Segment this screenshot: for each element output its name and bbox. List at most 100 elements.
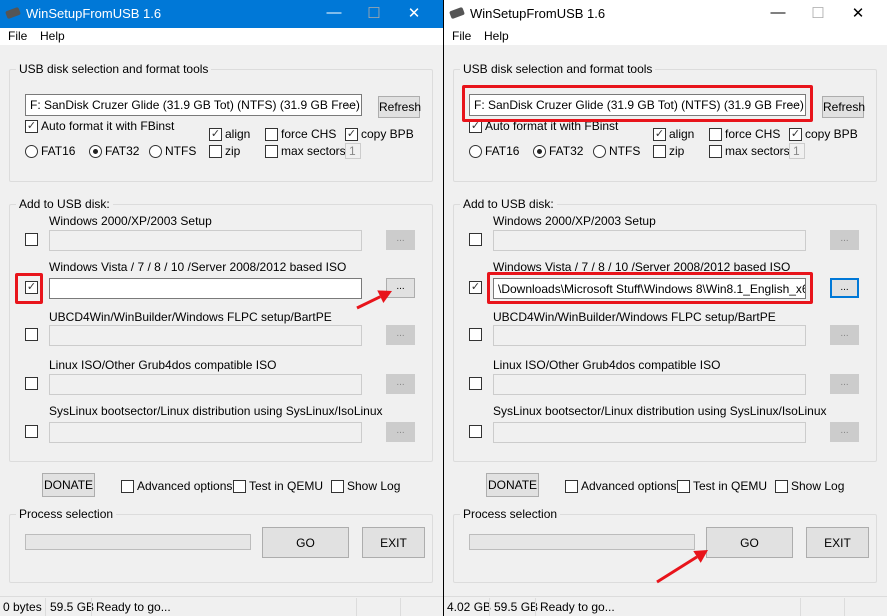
status-divider — [356, 598, 357, 616]
refresh-button[interactable]: Refresh — [822, 96, 865, 118]
go-button[interactable]: GO — [706, 527, 793, 558]
browse-button[interactable]: ... — [386, 422, 415, 442]
source-label: Windows 2000/XP/2003 Setup — [493, 214, 656, 228]
radio-fat32[interactable] — [89, 145, 102, 158]
menu-help[interactable]: Help — [40, 29, 65, 43]
browse-button[interactable]: ... — [386, 278, 415, 298]
minimize-button[interactable]: — — [324, 4, 344, 21]
status-field: 59.5 GB — [494, 600, 539, 614]
option-zip-checkbox[interactable] — [209, 145, 222, 158]
option-zip-checkbox[interactable] — [653, 145, 666, 158]
extra-option-checkbox-label: Test in QEMU — [693, 479, 768, 493]
usb-group-label: USB disk selection and format tools — [460, 62, 656, 76]
title-bar: WinSetupFromUSB 1.6 — ☐ ✕ — [0, 0, 443, 28]
extra-option-checkbox[interactable] — [121, 480, 134, 493]
chevron-down-icon[interactable]: ⌵ — [345, 97, 354, 112]
source-path-input[interactable] — [49, 325, 362, 346]
go-button[interactable]: GO — [262, 527, 349, 558]
browse-button[interactable]: ... — [830, 278, 859, 298]
radio-label: FAT16 — [41, 144, 76, 158]
option-force-CHS-checkbox[interactable] — [709, 128, 722, 141]
exit-button[interactable]: EXIT — [362, 527, 425, 558]
highlight-box — [15, 273, 43, 304]
source-path-input[interactable] — [49, 422, 362, 443]
source-path-input[interactable] — [493, 325, 806, 346]
radio-fat16[interactable] — [469, 145, 482, 158]
browse-button[interactable]: ... — [830, 422, 859, 442]
extra-option-checkbox[interactable] — [233, 480, 246, 493]
browse-button[interactable]: ... — [386, 374, 415, 394]
status-field: 0 bytes — [3, 600, 42, 614]
radio-label: NTFS — [609, 144, 641, 158]
source-path-input[interactable] — [493, 230, 806, 251]
radio-fat16[interactable] — [25, 145, 38, 158]
option-align-checkbox[interactable]: ✓ — [209, 128, 222, 141]
close-button[interactable]: ✕ — [404, 4, 424, 22]
extra-option-checkbox[interactable] — [331, 480, 344, 493]
status-divider — [91, 598, 92, 616]
source-path-input[interactable] — [493, 374, 806, 395]
extra-option-checkbox[interactable] — [775, 480, 788, 493]
browse-button[interactable]: ... — [386, 230, 415, 250]
maximize-button[interactable]: ☐ — [808, 4, 828, 22]
source-checkbox[interactable]: ✓ — [469, 281, 482, 294]
radio-label: FAT32 — [549, 144, 584, 158]
option-copy-BPB-checkbox[interactable]: ✓ — [789, 128, 802, 141]
highlight-box — [487, 272, 813, 304]
auto-format-checkbox[interactable]: ✓ — [25, 120, 38, 133]
menu-help[interactable]: Help — [484, 29, 509, 43]
source-label: UBCD4Win/WinBuilder/Windows FLPC setup/B… — [49, 310, 332, 324]
donate-button[interactable]: DONATE — [42, 473, 95, 497]
maximize-button[interactable]: ☐ — [364, 4, 384, 22]
usb-drive-icon — [449, 6, 465, 20]
add-group-label: Add to USB disk: — [460, 197, 557, 211]
option-zip-checkbox-label: zip — [225, 144, 241, 158]
option-align-checkbox[interactable]: ✓ — [653, 128, 666, 141]
menu-file[interactable]: File — [452, 29, 471, 43]
process-group-label: Process selection — [16, 507, 117, 521]
source-path-input[interactable] — [493, 422, 806, 443]
minimize-button[interactable]: — — [768, 4, 788, 21]
window-title: WinSetupFromUSB 1.6 — [470, 6, 606, 21]
radio-ntfs[interactable] — [593, 145, 606, 158]
status-divider — [535, 598, 536, 616]
radio-fat32[interactable] — [533, 145, 546, 158]
source-checkbox[interactable] — [469, 425, 482, 438]
option-max-sectors-checkbox[interactable] — [265, 145, 278, 158]
extra-option-checkbox[interactable] — [677, 480, 690, 493]
source-path-input[interactable] — [49, 374, 362, 395]
source-checkbox[interactable] — [25, 233, 38, 246]
donate-button[interactable]: DONATE — [486, 473, 539, 497]
browse-button[interactable]: ... — [830, 230, 859, 250]
extra-option-checkbox[interactable] — [565, 480, 578, 493]
source-label: Linux ISO/Other Grub4dos compatible ISO — [493, 358, 721, 372]
browse-button[interactable]: ... — [830, 374, 859, 394]
source-checkbox[interactable] — [25, 328, 38, 341]
status-divider — [800, 598, 801, 616]
menu-file[interactable]: File — [8, 29, 27, 43]
option-max-sectors-checkbox[interactable] — [709, 145, 722, 158]
source-checkbox[interactable] — [469, 328, 482, 341]
max-sectors-input[interactable]: 1 — [789, 143, 805, 159]
source-checkbox[interactable] — [469, 377, 482, 390]
source-path-input[interactable] — [49, 278, 362, 299]
extra-option-checkbox-label: Test in QEMU — [249, 479, 324, 493]
option-copy-BPB-checkbox[interactable]: ✓ — [345, 128, 358, 141]
source-checkbox[interactable] — [25, 425, 38, 438]
option-force-CHS-checkbox-label: force CHS — [725, 127, 781, 141]
browse-button[interactable]: ... — [386, 325, 415, 345]
close-button[interactable]: ✕ — [848, 4, 868, 22]
usb-group-label: USB disk selection and format tools — [16, 62, 212, 76]
exit-button[interactable]: EXIT — [806, 527, 869, 558]
source-checkbox[interactable] — [25, 377, 38, 390]
source-path-input[interactable] — [49, 230, 362, 251]
disk-select[interactable]: F: SanDisk Cruzer Glide (31.9 GB Tot) (N… — [25, 94, 362, 116]
status-divider — [489, 598, 490, 616]
refresh-button[interactable]: Refresh — [378, 96, 421, 118]
browse-button[interactable]: ... — [830, 325, 859, 345]
source-checkbox[interactable] — [469, 233, 482, 246]
add-group-label: Add to USB disk: — [16, 197, 113, 211]
option-force-CHS-checkbox[interactable] — [265, 128, 278, 141]
radio-ntfs[interactable] — [149, 145, 162, 158]
max-sectors-input[interactable]: 1 — [345, 143, 361, 159]
